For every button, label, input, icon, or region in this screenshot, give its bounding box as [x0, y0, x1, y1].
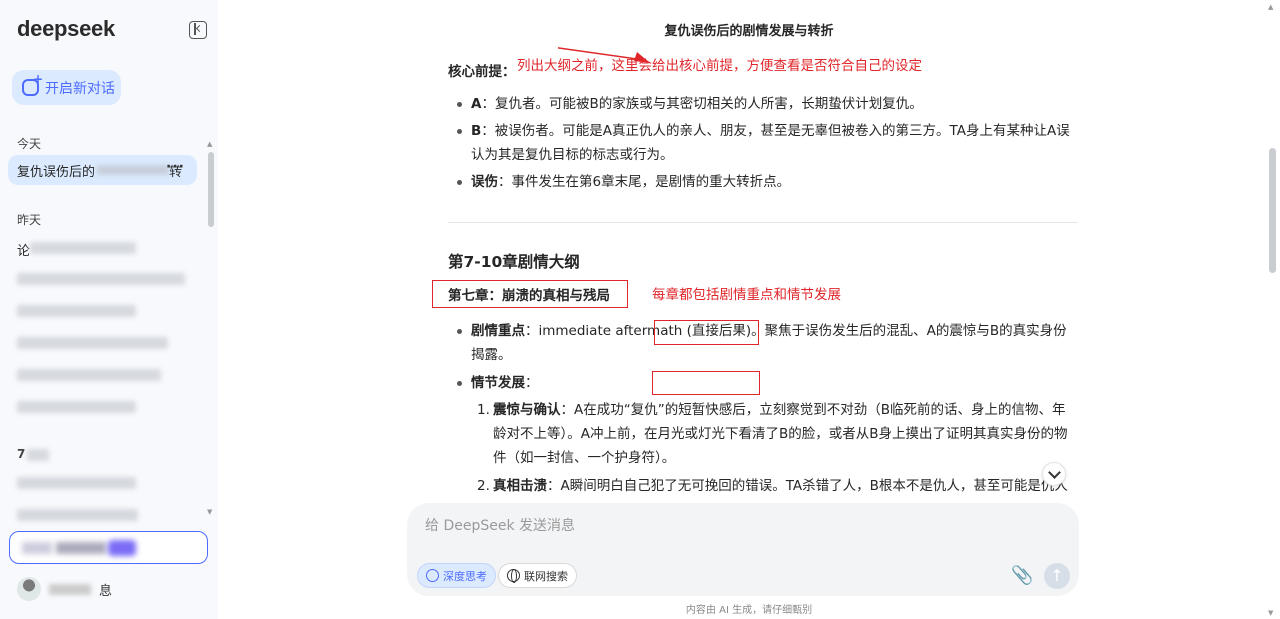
profile-button[interactable]: 息 — [17, 577, 112, 601]
new-chat-button[interactable]: 开启新对话 — [12, 70, 121, 105]
item-number: 1. — [477, 402, 490, 418]
premise-term: A — [471, 96, 482, 112]
sidebar-scroll-down-icon[interactable]: ▼ — [207, 508, 212, 516]
item-term: 真相击溃 — [493, 478, 547, 494]
conversation-item-active[interactable]: 复仇误伤后的 转 ··· — [8, 155, 197, 185]
web-search-label: 联网搜索 — [524, 569, 568, 583]
conversation-title-prefix: 复仇误伤后的 — [17, 164, 96, 180]
deep-think-toggle[interactable]: 深度思考 — [417, 563, 496, 588]
conversation-item-redacted[interactable] — [17, 369, 161, 381]
section-yesterday: 昨天 — [17, 213, 42, 227]
list-item: B：被误伤者。可能是A真正仇人的亲人、朋友，甚至是无辜但被卷入的第三方。TA身上… — [448, 119, 1078, 167]
web-search-toggle[interactable]: 联网搜索 — [498, 563, 577, 588]
avatar — [17, 577, 41, 601]
conversation-item-redacted[interactable] — [17, 337, 168, 349]
sidebar: deepseek 开启新对话 ▲ ▼ 今天 复仇误伤后的 转 ··· 昨天 论 … — [0, 0, 218, 619]
attachment-icon[interactable]: 📎 — [1011, 565, 1033, 586]
premise-term: B — [471, 123, 482, 139]
item-text: ：A瞬间明白自己犯了无可挽回的错误。TA杀错了人，B根本不是仇人，甚至可能是仇人… — [547, 478, 1068, 494]
section-7days-redacted — [27, 449, 49, 461]
globe-icon — [507, 569, 520, 583]
plot-development-colon: ： — [525, 375, 539, 391]
new-chat-label: 开启新对话 — [45, 80, 115, 97]
item-number: 2. — [477, 478, 490, 494]
premise-text: ：复仇者。可能被B的家族或与其密切相关的人所害，长期蛰伏计划复仇。 — [481, 96, 923, 112]
premise-text: ：事件发生在第6章末尾，是剧情的重大转折点。 — [498, 174, 791, 190]
download-app-label-redacted — [56, 541, 106, 554]
deep-think-label: 深度思考 — [443, 569, 487, 583]
conversation-item-redacted[interactable] — [17, 401, 136, 413]
core-premise-heading: 核心前提： — [448, 64, 516, 80]
annotation-chapter-note: 每章都包括剧情重点和情节发展 — [652, 287, 841, 303]
numbered-item: 2. 真相击溃：A瞬间明白自己犯了无可挽回的错误。TA杀错了人，B根本不是仇人，甚… — [471, 474, 1078, 499]
profile-label-suffix: 息 — [99, 583, 113, 599]
annotation-box-plot-focus — [654, 320, 759, 345]
section-7days: 7 — [17, 447, 26, 461]
annotation-box-chapter — [432, 280, 628, 308]
list-item: A：复仇者。可能被B的家族或与其密切相关的人所害，长期蛰伏计划复仇。 — [448, 92, 1078, 116]
conversation-item-redacted[interactable] — [17, 509, 138, 521]
ai-disclaimer: 内容由 AI 生成，请仔细甄别 — [685, 605, 813, 616]
list-item-plot-focus: 剧情重点：immediate aftermath (直接后果)。聚焦于误伤发生后… — [448, 319, 1078, 367]
conversation-item-redacted[interactable] — [17, 305, 136, 317]
sidebar-scroll-up-icon[interactable]: ▲ — [207, 140, 212, 148]
new-chat-icon — [22, 72, 43, 96]
send-button[interactable]: ↑ — [1044, 563, 1070, 589]
scroll-to-bottom-icon[interactable] — [1042, 462, 1066, 486]
collapse-sidebar-icon[interactable] — [189, 21, 207, 39]
premise-list: A：复仇者。可能被B的家族或与其密切相关的人所害，长期蛰伏计划复仇。 B：被误伤… — [448, 92, 1078, 197]
main-panel: 复仇误伤后的剧情发展与转折 ▲ ▼ 核心前提： 列出大纲之前，这里会给出核心前提… — [218, 0, 1280, 619]
main-scrollbar[interactable] — [1269, 148, 1276, 273]
chat-input-box[interactable]: 给 DeepSeek 发送消息 深度思考 联网搜索 📎 ↑ — [407, 503, 1079, 596]
conversation-title-prefix: 论 — [17, 244, 31, 259]
outline-heading: 第7-10章剧情大纲 — [448, 253, 580, 271]
numbered-item: 1. 震惊与确认：A在成功“复仇”的短暂快感后，立刻察觉到不对劲（B临死前的话、身… — [471, 398, 1078, 470]
sidebar-scrollbar[interactable] — [208, 152, 214, 227]
section-today: 今天 — [17, 137, 42, 151]
annotation-core-note: 列出大纲之前，这里会给出核心前提，方便查看是否符合自己的设定 — [517, 58, 922, 74]
list-item-plot-development: 情节发展： — [448, 371, 1078, 395]
item-text: ：A在成功“复仇”的短暂快感后，立刻察觉到不对劲（B临死前的话、身上的信物、年龄… — [493, 402, 1068, 466]
chat-input-placeholder[interactable]: 给 DeepSeek 发送消息 — [425, 515, 575, 535]
more-options-icon[interactable]: ··· — [166, 159, 185, 175]
main-scroll-up-icon[interactable]: ▲ — [1268, 3, 1273, 11]
list-item: 误伤：事件发生在第6章末尾，是剧情的重大转折点。 — [448, 170, 1078, 194]
download-app-label-redacted — [22, 541, 52, 554]
conversation-item-redacted[interactable] — [17, 477, 136, 489]
annotation-box-plot-development — [652, 371, 760, 395]
premise-term: 误伤 — [471, 174, 498, 190]
premise-text: ：被误伤者。可能是A真正仇人的亲人、朋友，甚至是无辜但被卷入的第三方。TA身上有… — [471, 123, 1070, 163]
deepseek-logo[interactable]: deepseek — [17, 16, 115, 42]
conversation-item-redacted[interactable] — [30, 242, 136, 254]
download-app-button[interactable] — [9, 531, 208, 564]
new-badge-redacted — [108, 539, 136, 556]
plot-focus-term: 剧情重点 — [471, 323, 525, 339]
conversation-title-redacted — [97, 165, 170, 175]
conversation-item[interactable]: 论 — [17, 240, 30, 259]
atom-icon — [426, 569, 439, 582]
profile-name-redacted — [49, 583, 91, 595]
divider — [448, 222, 1078, 223]
conversation-item-redacted[interactable] — [17, 273, 185, 285]
plot-focus-text: ：immediate aftermath (直接后果)。聚焦于误伤发生后的混乱、… — [471, 323, 1067, 363]
plot-development-term: 情节发展 — [471, 375, 525, 391]
item-term: 震惊与确认 — [493, 402, 561, 418]
page-title: 复仇误伤后的剧情发展与转折 — [664, 24, 834, 39]
